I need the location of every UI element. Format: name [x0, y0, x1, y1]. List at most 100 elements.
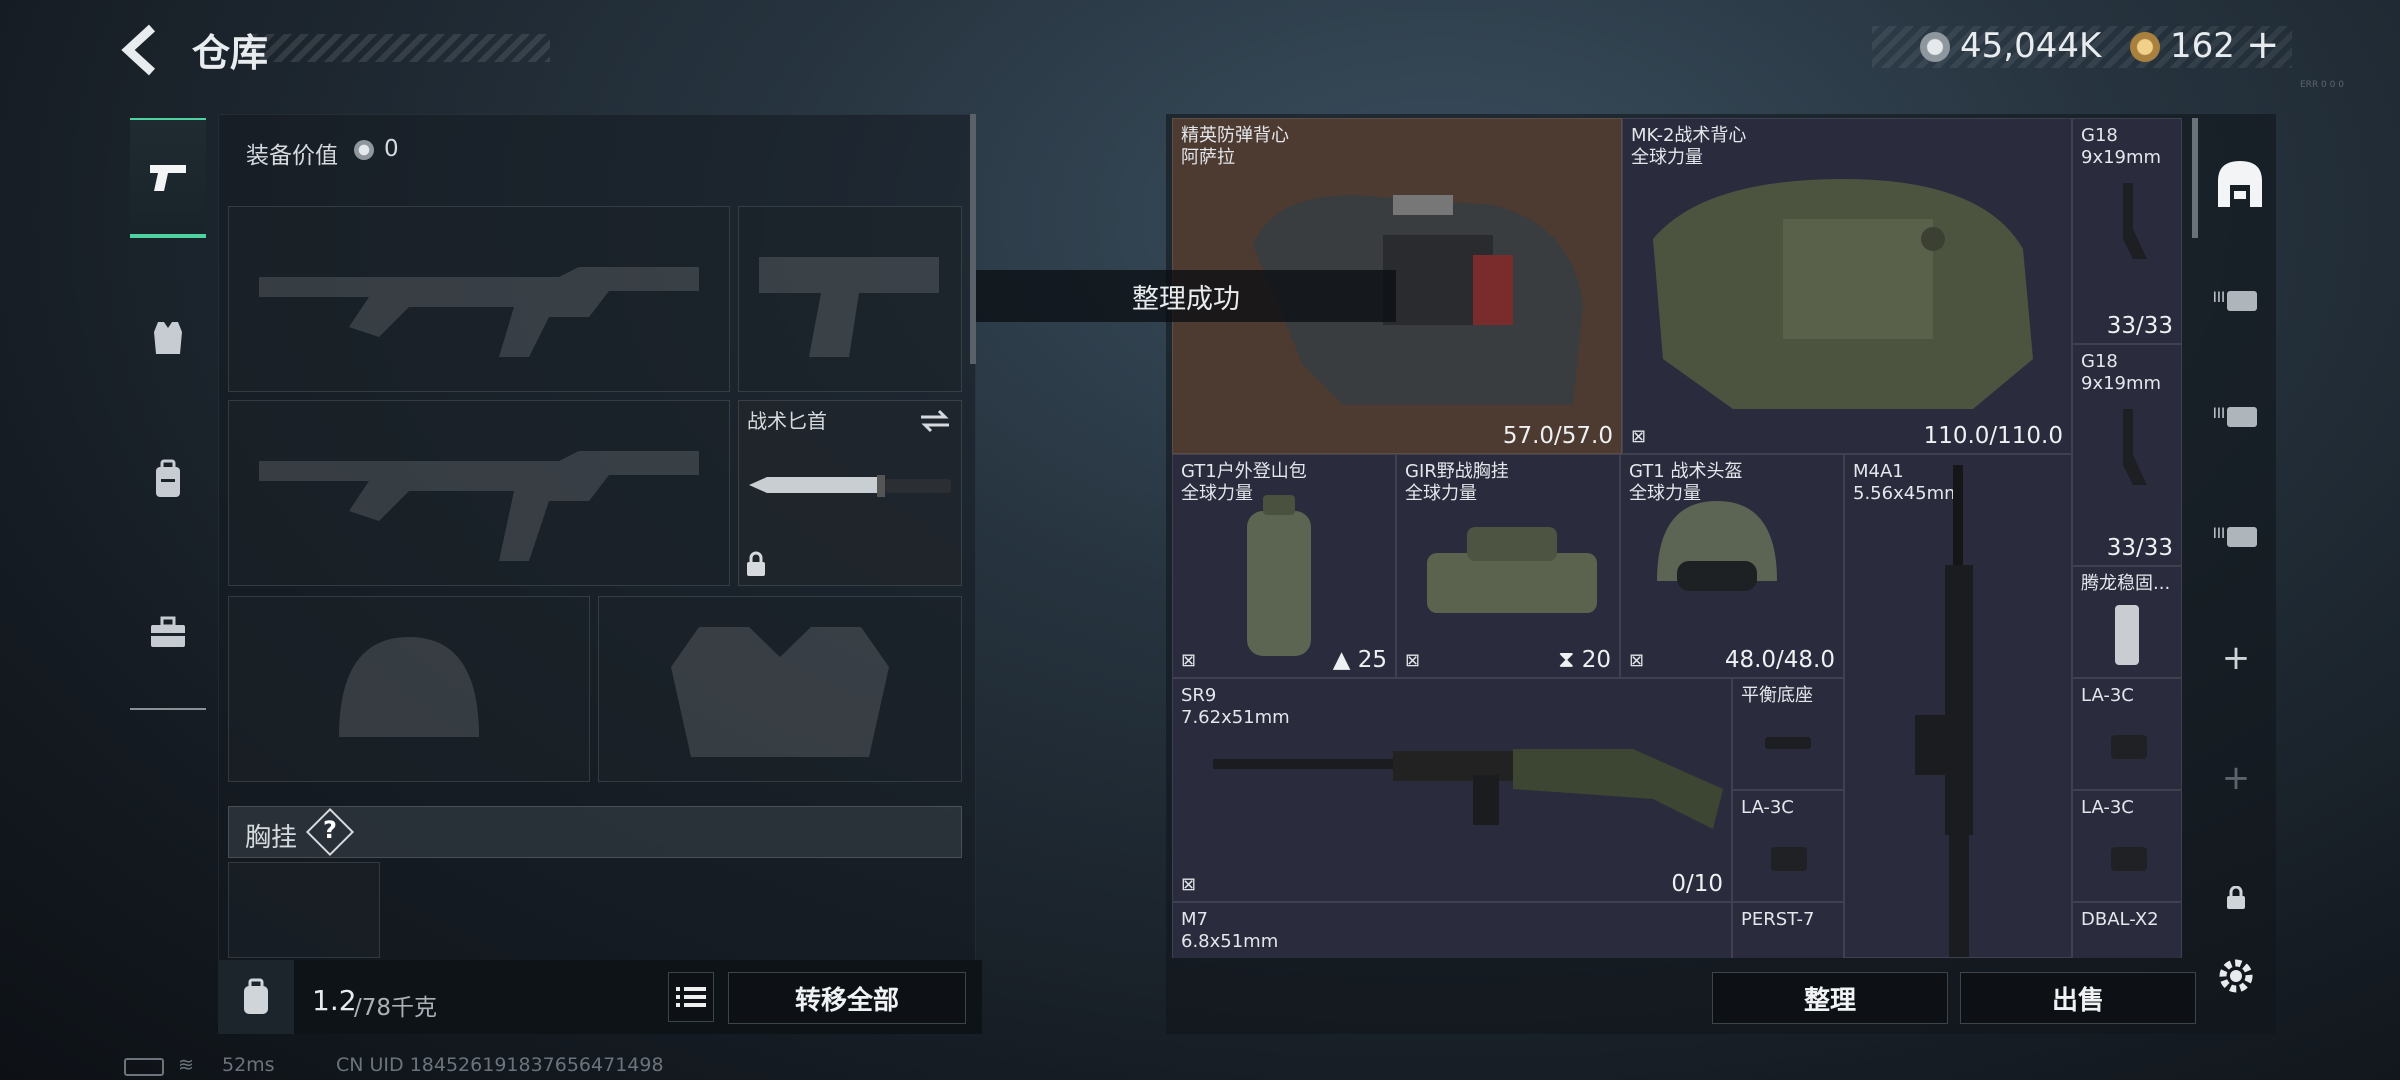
tab-storage-1[interactable]: III [2208, 270, 2264, 326]
equipment-value: 0 [384, 136, 399, 162]
weight-max: /78千克 [354, 995, 438, 1021]
tab-toolbox[interactable] [130, 572, 206, 692]
currency-main: 45,044K [1960, 26, 2102, 66]
debug-text: ERR 0 0 0 [2300, 80, 2344, 90]
list-view-button[interactable] [668, 972, 714, 1022]
list-icon [676, 987, 706, 1007]
sell-button[interactable]: 出售 [1960, 972, 2196, 1024]
transfer-all-button[interactable]: 转移全部 [728, 972, 966, 1024]
no-insure-icon: ⊠ [1181, 650, 1197, 671]
loadout-scrollbar[interactable] [970, 114, 976, 364]
pistol-icon [2123, 409, 2147, 485]
item-backpack[interactable]: GT1户外登山包 全球力量 ⊠ ▲ 25 [1172, 454, 1396, 678]
item-grip[interactable]: 腾龙稳固... [2072, 566, 2182, 678]
no-insure-icon: ⊠ [1405, 650, 1421, 671]
knife-slot[interactable]: 战术匕首 [738, 400, 962, 586]
laser-icon [2111, 847, 2147, 871]
capacity-icon-box [218, 960, 294, 1034]
storage-scrollbar[interactable] [2192, 118, 2198, 238]
title-stripe [250, 34, 550, 62]
tab-storage-main[interactable] [2208, 152, 2272, 216]
page-title: 仓库 [192, 31, 269, 75]
add-currency-button[interactable]: + [2246, 22, 2280, 68]
helmet-silhouette-icon [339, 637, 479, 737]
sort-button[interactable]: 整理 [1712, 972, 1948, 1024]
no-insure-icon: ⊠ [1181, 874, 1197, 895]
chest-rig-icon [1427, 527, 1597, 613]
settings-button[interactable] [2208, 948, 2264, 1004]
swap-icon[interactable] [919, 409, 951, 433]
chest-rig-help: ? [323, 816, 337, 844]
toolbox-icon [151, 616, 185, 647]
chest-rig-slot[interactable] [228, 862, 380, 958]
item-la3c-b[interactable]: LA-3C [1732, 790, 1844, 902]
laser-icon [2111, 735, 2147, 759]
item-perst7[interactable]: PERST-7 [1732, 902, 1844, 958]
back-arrow-icon [121, 24, 156, 76]
locked-slot [2208, 870, 2264, 926]
backpack-icon [1247, 495, 1311, 656]
add-storage-disabled: + [2221, 758, 2251, 798]
item-m7[interactable]: M7 6.8x51mm [1172, 902, 1732, 958]
item-rig[interactable]: GIR野战胸挂 全球力量 ⊠ ⧗ 20 [1396, 454, 1620, 678]
no-insure-icon: ⊠ [1629, 650, 1645, 671]
knife-icon [749, 475, 951, 497]
tab-level-label: III [2212, 526, 2226, 542]
rifle-icon [1213, 749, 1723, 829]
back-button[interactable] [118, 24, 172, 76]
premium-coin-icon [2130, 32, 2160, 62]
chest-rig-header: 胸挂 ? [228, 806, 962, 858]
item-dbal[interactable]: DBAL-X2 [2072, 902, 2182, 958]
item-g18-a[interactable]: G18 9x19mm 33/33 [2072, 118, 2182, 344]
rifle-icon [1915, 465, 1973, 957]
vest-icon [154, 322, 182, 354]
item-g18-b[interactable]: G18 9x19mm 33/33 [2072, 344, 2182, 566]
item-m4a1[interactable]: M4A1 5.56x45mm [1844, 454, 2072, 958]
gear-icon [2219, 959, 2253, 993]
pistol-silhouette-icon [759, 257, 939, 357]
rifle-silhouette-icon [259, 451, 699, 561]
item-base[interactable]: 平衡底座 [1732, 678, 1844, 790]
chest-rig-label: 胸挂 [245, 823, 298, 853]
item-sr9[interactable]: SR9 7.62x51mm ⊠ 0/10 [1172, 678, 1732, 902]
item-vest-mk2[interactable]: MK-2战术背心 全球力量 ⊠ 110.0/110.0 [1622, 118, 2072, 454]
pistol-icon [2123, 183, 2147, 259]
backpack-icon [156, 459, 180, 497]
capacity-icon: ⧗ [1558, 647, 1582, 673]
coin-icon [1920, 32, 1950, 62]
tab-backpack[interactable] [130, 420, 206, 540]
tab-level-label: III [2212, 406, 2226, 422]
item-la3c-a[interactable]: LA-3C [2072, 678, 2182, 790]
storage-grid: 精英防弹背心 阿萨拉 57.0/57.0 MK-2战术背心 全球力量 ⊠ 110.0… [1172, 118, 2182, 958]
tab-storage-3[interactable]: III [2208, 506, 2264, 562]
tab-level-label: III [2212, 290, 2226, 306]
helmet-slot[interactable] [228, 596, 590, 782]
knife-label: 战术匕首 [747, 409, 827, 433]
sidearm-slot[interactable] [738, 206, 962, 392]
weight-current: 1.2 [312, 984, 357, 1017]
rifle-silhouette-icon [259, 267, 699, 357]
pistol-icon [150, 165, 186, 191]
laser-icon [1771, 847, 1807, 871]
primary-weapon-slot[interactable] [228, 206, 730, 392]
wifi-icon: ≋ [178, 1054, 194, 1076]
case-icon [2227, 291, 2258, 311]
ping-text: 52ms [222, 1054, 275, 1076]
helmet-icon [1657, 501, 1777, 591]
toast-message: 整理成功 [976, 270, 1396, 322]
battery-icon [124, 1058, 164, 1076]
armor-slot[interactable] [598, 596, 962, 782]
capacity-icon: ▲ [1332, 647, 1358, 673]
vest-silhouette-icon [671, 627, 889, 757]
item-la3c-c[interactable]: LA-3C [2072, 790, 2182, 902]
case-icon [2227, 527, 2258, 547]
no-insure-icon: ⊠ [1631, 426, 1647, 447]
grip-icon [2115, 605, 2139, 665]
tab-armor[interactable] [130, 278, 206, 398]
tab-weapons[interactable] [130, 118, 206, 238]
secondary-weapon-slot[interactable] [228, 400, 730, 586]
tab-storage-2[interactable]: III [2208, 386, 2264, 442]
storage-arch-icon [2218, 161, 2262, 207]
add-storage-button[interactable]: + [2208, 630, 2264, 686]
item-helmet[interactable]: GT1 战术头盔 全球力量 ⊠ 48.0/48.0 [1620, 454, 1844, 678]
